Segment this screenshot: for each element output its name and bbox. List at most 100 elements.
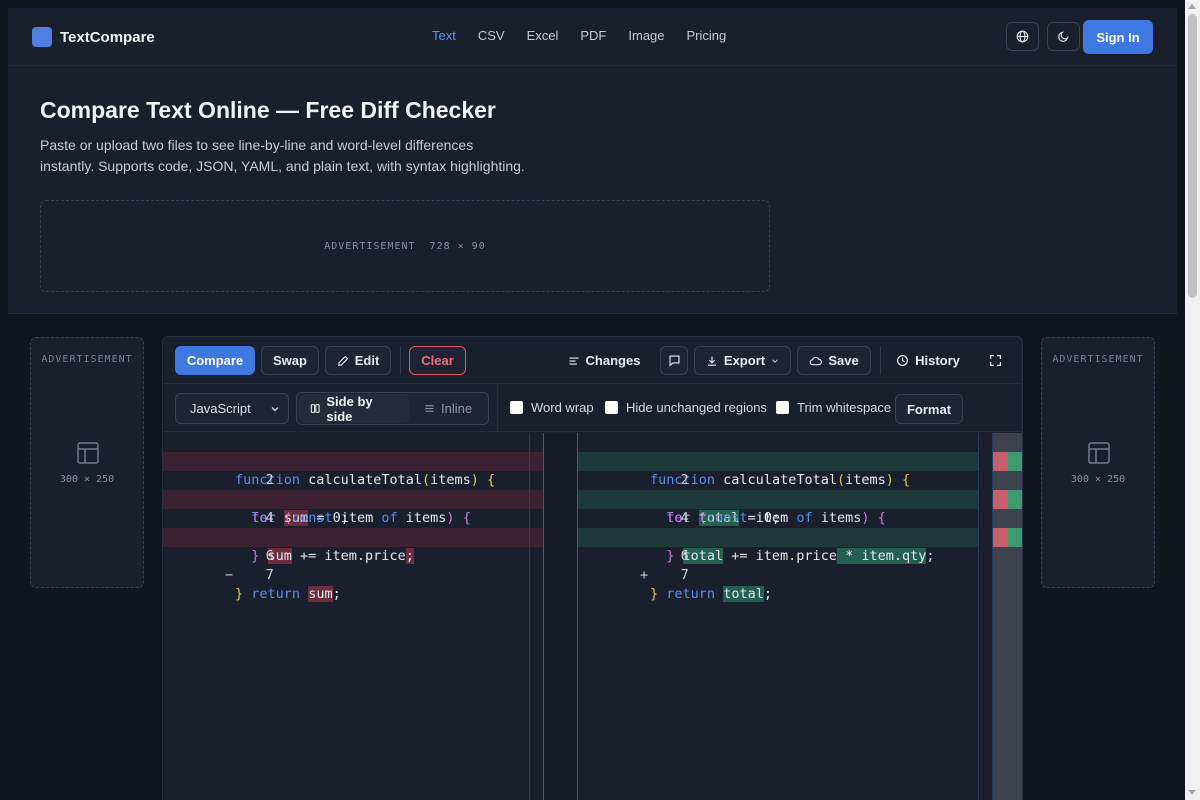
nav-item-excel[interactable]: Excel [527,28,559,43]
nav-item-image[interactable]: Image [628,28,664,43]
inline-option[interactable]: Inline [413,394,483,423]
changes-list-icon [569,356,579,365]
overview-deletion-marker[interactable] [993,452,1008,471]
hide-unchanged-checkbox[interactable]: Hide unchanged regions [605,400,767,415]
code-line: 1 function calculateTotal(items) { [163,433,543,488]
chevron-down-icon [772,358,778,363]
ad-label: ADVERTISEMENT [1052,354,1144,365]
page-scrollbar[interactable] [1185,0,1200,800]
language-select[interactable]: JavaScript [175,393,289,424]
nav-item-pdf[interactable]: PDF [580,28,606,43]
globe-icon [1016,30,1029,43]
brand-logo[interactable]: TextCompare [32,27,155,47]
edit-label: Edit [354,353,380,368]
checkbox-box[interactable] [776,401,789,414]
fullscreen-button[interactable] [983,346,1007,375]
hide-unchanged-label: Hide unchanged regions [626,400,767,415]
added-line: 4 + total += item.price * item.qty; [578,490,978,564]
word-wrap-label: Word wrap [531,400,594,415]
subtitle-line-1: Paste or upload two files to see line-by… [40,137,474,153]
left-scroll-gutter [529,433,544,800]
overview-addition-marker[interactable] [1008,490,1022,509]
edit-button[interactable]: Edit [325,346,391,375]
ad-placeholder-icon [77,442,99,464]
options-divider [497,385,498,432]
code-line: 5 } [578,509,978,564]
code-line: 3 for (const item of items) { [578,471,978,526]
compare-button[interactable]: Compare [175,346,255,375]
diff-editor-panel: Compare Swap Edit Clear Changes Export S… [162,336,1023,800]
side-ad-right: ADVERTISEMENT 300 × 250 [1041,337,1155,588]
code-line: 7 } [163,547,543,602]
page-subtitle: Paste or upload two files to see line-by… [40,135,540,177]
side-by-side-option[interactable]: Side by side [299,394,409,424]
scroll-down-arrow-icon[interactable] [1188,790,1196,795]
overview-addition-marker[interactable] [1008,528,1022,547]
line-number: 7 [680,567,689,583]
added-line: 6 + return total; [578,528,978,602]
diff-overview-ruler[interactable] [993,433,1022,800]
pencil-icon [338,355,349,366]
view-mode-toggle: Side by side Inline [296,392,489,425]
format-button[interactable]: Format [895,394,963,424]
history-button[interactable]: History [890,346,966,375]
save-label: Save [828,353,859,368]
chevron-down-icon [271,407,279,412]
pane-splitter[interactable] [543,433,578,800]
deleted-line: 6 − return sum; [163,528,543,602]
top-nav-bar: TextCompare Text CSV Excel PDF Image Pri… [8,8,1177,66]
history-label: History [915,353,960,368]
clock-icon [897,355,909,366]
code-text: return total; [666,586,772,602]
save-button[interactable]: Save [797,346,871,375]
original-code-pane[interactable]: 1 function calculateTotal(items) { 2 − l… [163,433,543,800]
code-line: 3 for (const item of items) { [163,471,543,526]
scroll-up-arrow-icon[interactable] [1188,4,1196,9]
sign-in-button[interactable]: Sign In [1083,20,1153,54]
changes-button[interactable]: Changes [561,346,647,375]
swap-button[interactable]: Swap [261,346,319,375]
modified-code-pane[interactable]: 1 function calculateTotal(items) { 2 + l… [578,433,978,800]
added-line: 2 + let total = 0; [578,452,978,526]
clear-button[interactable]: Clear [409,346,466,375]
theme-toggle-button[interactable] [1047,22,1080,51]
language-button[interactable] [1006,22,1039,51]
overview-addition-marker[interactable] [1008,452,1022,471]
cloud-icon [809,356,823,365]
line-number: 7 [265,567,274,583]
code-line: 7 } [578,547,978,602]
comment-button[interactable] [660,346,688,375]
language-select-value: JavaScript [190,401,251,416]
logo-mark-icon [32,27,52,47]
toolbar-divider [880,346,881,375]
changes-label: Changes [585,353,641,368]
moon-icon [1058,31,1069,42]
options-bar: JavaScript Side by side Inline Word wrap… [163,385,1022,432]
code-line: 1 function calculateTotal(items) { [578,433,978,488]
deleted-line: 2 − let sum = 0; [163,452,543,526]
overview-deletion-marker[interactable] [993,528,1008,547]
checkbox-box[interactable] [605,401,618,414]
main-nav: Text CSV Excel PDF Image Pricing [432,28,726,43]
nav-item-csv[interactable]: CSV [478,28,505,43]
ad-placeholder-icon [1088,442,1110,464]
brand-name: TextCompare [60,28,155,46]
subtitle-line-2: instantly. Supports code, JSON, YAML, an… [40,158,525,174]
code-text: return sum; [251,586,341,602]
ad-size: 300 × 250 [59,474,115,485]
ad-banner-728x90: ADVERTISEMENT 728 × 90 [40,200,770,292]
checkbox-box[interactable] [510,401,523,414]
code-line: 5 } [163,509,543,564]
nav-item-text[interactable]: Text [432,28,456,43]
word-wrap-checkbox[interactable]: Word wrap [510,400,594,415]
hero-section: Compare Text Online — Free Diff Checker … [8,66,1177,314]
nav-item-pricing[interactable]: Pricing [687,28,727,43]
columns-icon [310,404,320,413]
export-button[interactable]: Export [694,346,791,375]
deleted-line: 4 − sum += item.price; [163,490,543,564]
trim-whitespace-checkbox[interactable]: Trim whitespace [776,400,891,415]
trim-whitespace-label: Trim whitespace [797,400,892,415]
toolbar-divider [400,346,401,375]
overview-deletion-marker[interactable] [993,490,1008,509]
scrollbar-thumb[interactable] [1188,14,1197,298]
